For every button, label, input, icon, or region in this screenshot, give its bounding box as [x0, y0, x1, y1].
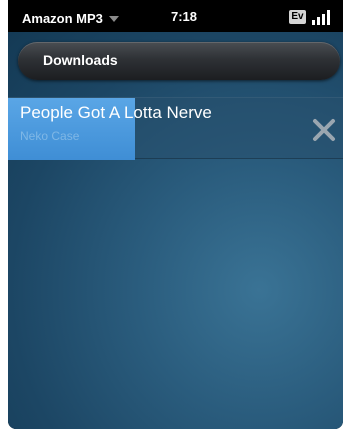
app-menu-label[interactable]: Amazon MP3	[22, 11, 103, 26]
track-artist: Neko Case	[20, 129, 80, 143]
network-badge: Ev	[289, 10, 306, 24]
page-title: Downloads	[43, 52, 118, 68]
clock: 7:18	[171, 9, 198, 24]
signal-bars-icon	[312, 10, 330, 25]
header-bar: Downloads	[18, 42, 340, 80]
main-content: Downloads People Got A Lotta Nerve Neko …	[8, 32, 343, 429]
track-title: People Got A Lotta Nerve	[20, 103, 212, 122]
list-item[interactable]: People Got A Lotta Nerve Neko Case	[8, 97, 343, 160]
close-icon[interactable]	[309, 115, 339, 145]
device-screen: Amazon MP3 7:18 Ev Downloads People Got …	[8, 0, 343, 429]
app-menu[interactable]: Amazon MP3	[22, 9, 119, 27]
status-bar: Amazon MP3 7:18 Ev	[8, 0, 343, 32]
chevron-down-icon[interactable]	[108, 16, 119, 22]
